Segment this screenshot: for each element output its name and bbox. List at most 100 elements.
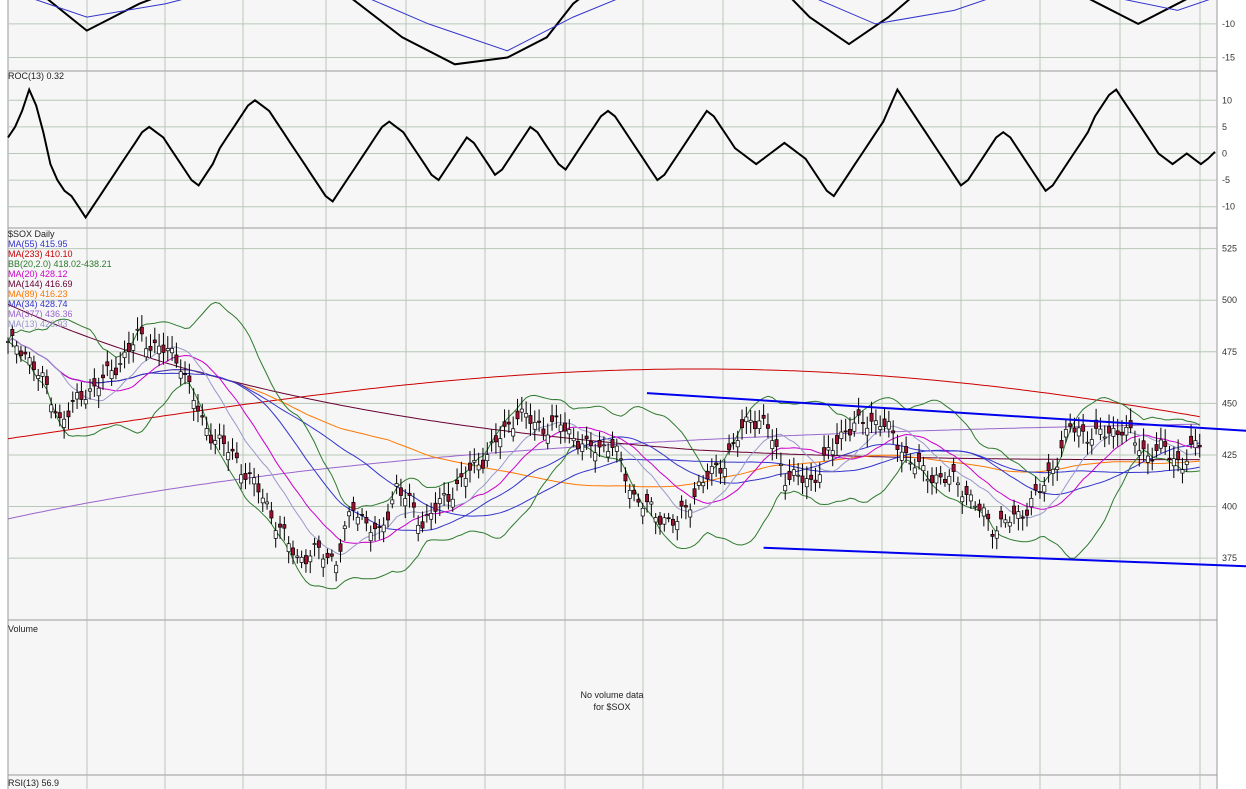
candle-body xyxy=(1176,451,1181,460)
candle-body xyxy=(53,411,58,414)
legend-entry: MA(55) 415.95 xyxy=(8,239,68,249)
candle-body xyxy=(446,493,451,502)
candle-body xyxy=(571,437,576,442)
no-volume-message-line1: No volume data xyxy=(580,690,643,700)
candle-body xyxy=(390,499,395,505)
candle-body xyxy=(563,422,567,432)
oscillator-pane: -5-10-15 xyxy=(7,0,1235,72)
candle-body xyxy=(178,371,183,379)
roc-tick-label: -10 xyxy=(1222,202,1235,212)
candle-body xyxy=(360,514,365,516)
candle-body xyxy=(934,474,939,484)
candle-body xyxy=(666,517,671,520)
candle-body xyxy=(606,451,611,458)
candle-body xyxy=(843,430,848,433)
candle-body xyxy=(200,415,205,418)
candle-body xyxy=(960,496,965,503)
candle-body xyxy=(856,409,861,416)
candle-body xyxy=(1098,428,1103,435)
candle-body xyxy=(891,430,896,434)
candle-body xyxy=(282,524,287,529)
candle-body xyxy=(545,434,550,444)
candle-body xyxy=(912,467,917,475)
candle-body xyxy=(519,408,524,413)
candle-body xyxy=(88,388,92,392)
candle-body xyxy=(977,503,982,511)
candle-body xyxy=(955,482,960,486)
candle-body xyxy=(36,375,41,379)
candle-body xyxy=(247,472,252,475)
candle-body xyxy=(537,420,542,423)
candle-body xyxy=(584,435,589,440)
candle-body xyxy=(1020,516,1025,519)
candle-body xyxy=(208,434,213,444)
candle-body xyxy=(727,443,732,451)
candle-body xyxy=(27,357,32,366)
candle-body xyxy=(187,375,192,383)
candle-body xyxy=(826,447,831,451)
candle-body xyxy=(1063,429,1068,438)
candle-body xyxy=(1137,450,1142,456)
candle-body xyxy=(951,464,956,472)
candle-body xyxy=(308,555,313,563)
candle-body xyxy=(1003,519,1008,524)
candle-body xyxy=(347,511,352,517)
candle-body xyxy=(1029,498,1034,507)
stock-chart: -5 -10 -15 10 5 0 -5 -10 525 500 475 450 425 400 375… xyxy=(0,0,1246,789)
candle-body xyxy=(157,345,162,355)
candle-body xyxy=(753,421,757,430)
roc-title: ROC(13) 0.32 xyxy=(8,71,64,81)
candle-body xyxy=(593,452,598,462)
candle-body xyxy=(1085,441,1090,444)
candle-body xyxy=(835,435,839,444)
candle-body xyxy=(1124,426,1129,436)
candle-body xyxy=(455,479,460,485)
candle-body xyxy=(70,400,75,402)
candle-body xyxy=(1120,431,1124,436)
roc-tick-label: 5 xyxy=(1222,122,1227,132)
candle-body xyxy=(869,412,874,422)
candle-body xyxy=(873,420,878,425)
candle-body xyxy=(696,481,701,486)
candle-body xyxy=(813,479,818,483)
candle-body xyxy=(96,387,101,397)
candle-body xyxy=(424,514,429,517)
legend-entry: MA(34) 428.74 xyxy=(8,299,68,309)
candle-body xyxy=(1193,440,1198,449)
candle-body xyxy=(804,478,809,488)
candle-body xyxy=(351,501,356,511)
legend-entry: BB(20,2.0) 418.02-438.21 xyxy=(8,259,112,269)
candle-body xyxy=(1133,442,1137,446)
candle-body xyxy=(118,363,123,365)
candle-body xyxy=(433,502,438,512)
candle-body xyxy=(1033,484,1038,491)
candle-body xyxy=(468,462,472,471)
candle-body xyxy=(303,555,308,565)
candle-body xyxy=(1042,485,1047,493)
candle-body xyxy=(632,489,637,495)
roc-tick-label: 0 xyxy=(1222,149,1227,159)
candle-body xyxy=(325,552,330,558)
candle-body xyxy=(49,404,54,413)
candle-body xyxy=(411,502,416,508)
candle-body xyxy=(830,450,835,456)
candle-body xyxy=(1180,469,1185,474)
candle-body xyxy=(489,441,494,444)
candle-body xyxy=(165,348,170,352)
candle-body xyxy=(101,374,105,379)
candle-body xyxy=(692,488,697,497)
candle-body xyxy=(321,558,326,568)
candle-body xyxy=(757,420,762,430)
candle-body xyxy=(718,467,723,474)
candle-body xyxy=(886,421,891,430)
candle-body xyxy=(1089,439,1094,446)
candle-body xyxy=(744,416,749,423)
candle-body xyxy=(670,518,675,526)
legend-entry: MA(20) 428.12 xyxy=(8,269,68,279)
candle-body xyxy=(1068,423,1073,427)
candle-body xyxy=(191,400,196,409)
candle-body xyxy=(196,405,200,412)
candle-body xyxy=(709,466,714,474)
candle-body xyxy=(1197,444,1202,448)
candle-body xyxy=(407,492,412,496)
